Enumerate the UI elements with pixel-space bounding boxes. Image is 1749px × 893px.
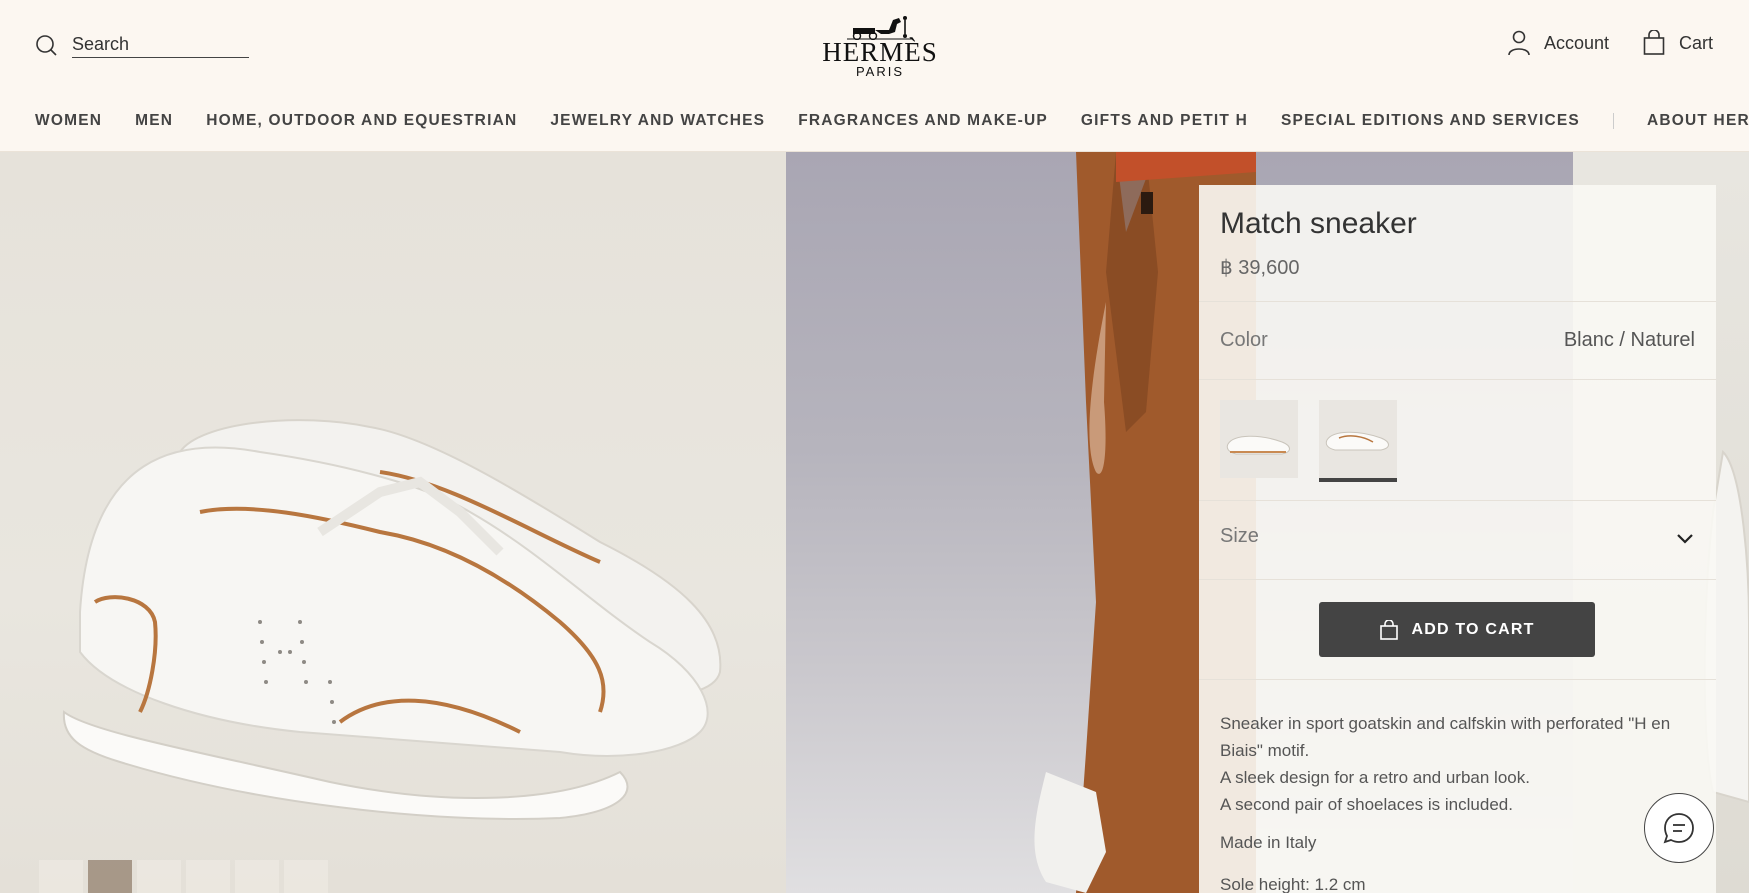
description-line: A second pair of shoelaces is included. (1220, 795, 1513, 814)
chat-bubble-icon (1663, 813, 1694, 844)
size-label[interactable]: Size (1220, 525, 1259, 548)
product-image-sneaker[interactable] (0, 152, 786, 893)
search-area (34, 32, 249, 58)
thumbnail-2[interactable] (88, 860, 132, 893)
nav-item-jewelry-watches[interactable]: JEWELRY AND WATCHES (550, 112, 765, 130)
thumbnail-4[interactable] (186, 860, 230, 893)
swatch-sneaker-image (1325, 431, 1389, 451)
nav-item-home-outdoor-equestrian[interactable]: HOME, OUTDOOR AND EQUESTRIAN (206, 112, 517, 130)
user-icon (1508, 30, 1530, 56)
add-to-cart-button[interactable]: ADD TO CART (1319, 602, 1595, 657)
logo-brand: HERMÈS (822, 37, 938, 67)
color-value: Blanc / Naturel (1563, 329, 1695, 351)
nav-item-about[interactable]: ABOUT HERMÈS (1647, 112, 1749, 130)
thumbnail-5[interactable] (235, 860, 279, 893)
swatch-sneaker-image (1226, 435, 1290, 455)
product-details-panel: Match sneaker ฿ 39,600 Color Blanc / Nat… (1199, 185, 1716, 893)
shopping-bag-icon (1643, 30, 1665, 55)
color-swatch-1[interactable] (1220, 400, 1298, 478)
divider (1199, 500, 1716, 501)
account-link[interactable]: Account (1508, 30, 1609, 56)
product-description: Sneaker in sport goatskin and calfskin w… (1220, 710, 1690, 818)
nav-item-gifts-petit-h[interactable]: GIFTS AND PETIT H (1081, 112, 1248, 130)
divider (1199, 679, 1716, 680)
sole-height-text: Sole height: 1.2 cm (1220, 875, 1366, 893)
divider (1199, 579, 1716, 580)
nav-item-fragrances-makeup[interactable]: FRAGRANCES AND MAKE-UP (798, 112, 1048, 130)
cart-link[interactable]: Cart (1643, 30, 1713, 56)
thumbnail-1[interactable] (39, 860, 83, 893)
thumbnail-6[interactable] (284, 860, 328, 893)
carriage-icon (847, 16, 913, 40)
site-header: HERMÈS PARIS Account Cart WOMEN MEN HOME… (0, 0, 1749, 152)
image-thumbnails (39, 860, 328, 893)
description-line: Sneaker in sport goatskin and calfskin w… (1220, 714, 1671, 760)
nav-item-men[interactable]: MEN (135, 112, 173, 130)
add-to-cart-label: ADD TO CART (1411, 620, 1535, 638)
divider (1199, 379, 1716, 380)
nav-item-women[interactable]: WOMEN (35, 112, 102, 130)
search-input[interactable] (72, 32, 249, 58)
color-label: Color (1220, 329, 1268, 351)
divider (1199, 301, 1716, 302)
search-icon[interactable] (34, 33, 58, 57)
shopping-bag-icon (1380, 619, 1399, 640)
thumbnail-3[interactable] (137, 860, 181, 893)
sneaker-illustration (62, 419, 722, 820)
nav-item-special-editions[interactable]: SPECIAL EDITIONS AND SERVICES (1281, 112, 1580, 130)
product-price: ฿ 39,600 (1220, 257, 1300, 279)
cart-label: Cart (1679, 32, 1714, 53)
hermes-logo[interactable]: HERMÈS PARIS (820, 10, 940, 80)
main-navigation: WOMEN MEN HOME, OUTDOOR AND EQUESTRIAN J… (35, 110, 1749, 132)
account-label: Account (1544, 32, 1610, 53)
chevron-down-icon[interactable] (1675, 528, 1695, 548)
color-swatch-2[interactable] (1319, 400, 1397, 482)
description-line: A sleek design for a retro and urban loo… (1220, 768, 1530, 787)
made-in-text: Made in Italy (1220, 833, 1317, 852)
chat-button[interactable] (1644, 793, 1714, 863)
product-title: Match sneaker (1220, 207, 1417, 240)
nav-divider (1612, 113, 1614, 129)
